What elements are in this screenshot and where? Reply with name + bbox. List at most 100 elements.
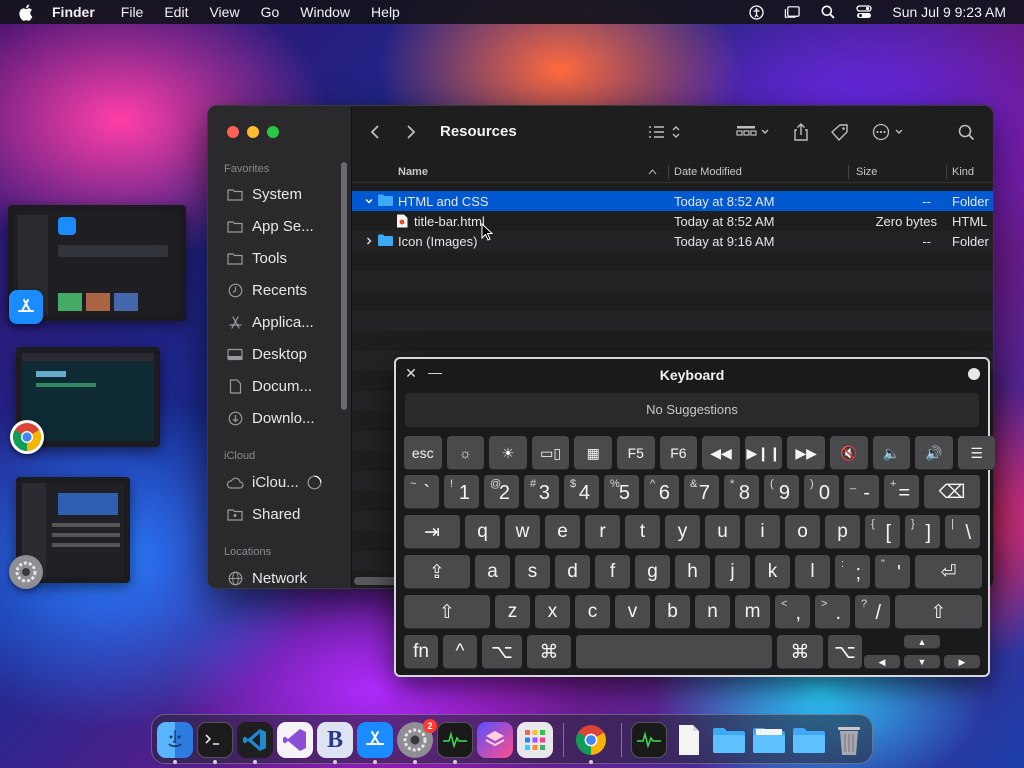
key-punct-a0[interactable]: :; — [835, 555, 870, 589]
menu-edit[interactable]: Edit — [164, 4, 188, 20]
key-h[interactable]: h — [675, 555, 710, 589]
key-fn-4[interactable]: ▦ — [574, 436, 612, 470]
sidebar-item-downloads[interactable]: Downlo... — [226, 410, 315, 427]
dock-activity-monitor-icon[interactable] — [437, 722, 473, 758]
key-g[interactable]: g — [635, 555, 670, 589]
key-option-right[interactable]: ⌥ — [828, 635, 862, 669]
chevron-down-icon[interactable] — [364, 194, 374, 204]
dock-folder-icon[interactable] — [791, 722, 827, 758]
key-z[interactable]: z — [495, 595, 530, 629]
minimize-button[interactable] — [247, 126, 259, 138]
key-number-4[interactable]: $4 — [564, 475, 599, 509]
key-fn-1[interactable]: ☼ — [446, 436, 485, 470]
file-row[interactable]: Icon (Images) Today at 9:16 AM -- Folder — [352, 231, 993, 251]
sidebar-item-recents[interactable]: Recents — [226, 282, 307, 299]
key-j[interactable]: j — [715, 555, 750, 589]
sidebar-item-tools[interactable]: Tools — [226, 250, 287, 267]
more-actions-button[interactable] — [872, 122, 908, 142]
keyboard-options-icon[interactable] — [968, 368, 980, 380]
key-fn-9[interactable]: ▶▶ — [787, 436, 825, 470]
sidebar-item-shared[interactable]: Shared — [226, 506, 300, 523]
key-punct-a1[interactable]: " ' — [875, 555, 910, 589]
key-number-1[interactable]: ! 1 — [444, 475, 479, 509]
key-number-11[interactable]: _ - — [844, 475, 879, 509]
key-number-7[interactable]: & 7 — [684, 475, 719, 509]
menu-window[interactable]: Window — [300, 4, 350, 20]
menu-file[interactable]: File — [121, 4, 144, 20]
column-kind[interactable]: Kind — [952, 166, 974, 178]
key-shift-left[interactable]: ⇧ — [404, 595, 490, 629]
key-fn-7[interactable]: ◀◀ — [702, 436, 740, 470]
key-punct-z0[interactable]: <, — [775, 595, 810, 629]
key-f[interactable]: f — [595, 555, 630, 589]
dock-app-store-icon[interactable] — [357, 722, 393, 758]
key-fn-5[interactable]: F5 — [617, 436, 655, 470]
key-delete[interactable]: ⌫ — [924, 475, 980, 509]
key-c[interactable]: c — [575, 595, 610, 629]
key-command-left[interactable]: ⌘ — [527, 635, 571, 669]
key-arrow-right[interactable]: ▶ — [944, 655, 980, 669]
key-number-0[interactable]: ~ ` — [404, 475, 439, 509]
key-fn-10[interactable]: 🔇 — [830, 436, 868, 470]
sidebar-item-icloud-drive[interactable]: iClou... — [226, 474, 322, 491]
key-r[interactable]: r — [585, 515, 620, 549]
key-arrow-down[interactable]: ▼ — [904, 655, 940, 669]
key-caps-lock[interactable]: ⇪ — [404, 555, 470, 589]
key-shift-right[interactable]: ⇧ — [895, 595, 982, 629]
key-punct-q0[interactable]: {[ — [865, 515, 900, 549]
close-button[interactable] — [227, 126, 239, 138]
dock-finder-icon[interactable] — [157, 722, 193, 758]
menu-view[interactable]: View — [209, 4, 239, 20]
dock-terminal-icon[interactable] — [197, 722, 233, 758]
key-punct-q1[interactable]: }] — [905, 515, 940, 549]
app-store-stage-icon[interactable] — [9, 290, 43, 324]
key-y[interactable]: y — [665, 515, 700, 549]
key-n[interactable]: n — [695, 595, 730, 629]
sidebar-item-desktop[interactable]: Desktop — [226, 346, 307, 363]
key-tab[interactable]: ⇥ — [404, 515, 460, 549]
list-view-button[interactable] — [645, 122, 683, 142]
key-x[interactable]: x — [535, 595, 570, 629]
key-l[interactable]: l — [795, 555, 830, 589]
spotlight-icon[interactable] — [820, 4, 836, 20]
tag-icon[interactable] — [829, 122, 851, 142]
key-a[interactable]: a — [475, 555, 510, 589]
dock-shortcuts-icon[interactable] — [477, 722, 513, 758]
dock-document-icon[interactable] — [671, 722, 707, 758]
file-row[interactable]: HTML and CSS Today at 8:52 AM -- Folder — [352, 191, 993, 211]
zoom-button[interactable] — [267, 126, 279, 138]
sidebar-item-app-services[interactable]: App Se... — [226, 218, 314, 235]
search-icon[interactable] — [956, 122, 976, 142]
key-s[interactable]: s — [515, 555, 550, 589]
key-p[interactable]: p — [825, 515, 860, 549]
key-number-9[interactable]: (9 — [764, 475, 799, 509]
key-fn-0[interactable]: esc — [404, 436, 442, 470]
key-fn-11[interactable]: 🔈 — [872, 436, 911, 470]
key-fn-12[interactable]: 🔊 — [915, 436, 953, 470]
key-space[interactable] — [576, 635, 772, 669]
sidebar-item-documents[interactable]: Docum... — [226, 378, 312, 395]
key-return[interactable]: ⏎ — [915, 555, 982, 589]
key-number-8[interactable]: * 8 — [724, 475, 759, 509]
dock-launchpad-icon[interactable] — [517, 722, 553, 758]
key-t[interactable]: t — [625, 515, 660, 549]
menu-go[interactable]: Go — [261, 4, 280, 20]
key-arrow-left[interactable]: ◀ — [864, 655, 900, 669]
dock-bbedit-icon[interactable]: B — [317, 722, 353, 758]
dock-chrome-icon[interactable] — [573, 722, 609, 758]
dock-trash-icon[interactable] — [831, 722, 867, 758]
accessibility-icon[interactable] — [748, 4, 764, 20]
key-number-6[interactable]: ^ 6 — [644, 475, 679, 509]
key-punct-q2[interactable]: | \ — [945, 515, 980, 549]
menubar-clock[interactable]: Sun Jul 9 9:23 AM — [892, 4, 1006, 20]
key-number-3[interactable]: #3 — [524, 475, 559, 509]
chevron-right-icon[interactable] — [364, 234, 374, 245]
key-k[interactable]: k — [755, 555, 790, 589]
key-fn[interactable]: fn — [404, 635, 438, 669]
key-u[interactable]: u — [705, 515, 740, 549]
key-m[interactable]: m — [735, 595, 770, 629]
column-name[interactable]: Name — [398, 166, 428, 178]
dock-activity-monitor-recent-icon[interactable] — [631, 722, 667, 758]
system-settings-stage-icon[interactable] — [9, 555, 43, 589]
key-q[interactable]: q — [465, 515, 500, 549]
